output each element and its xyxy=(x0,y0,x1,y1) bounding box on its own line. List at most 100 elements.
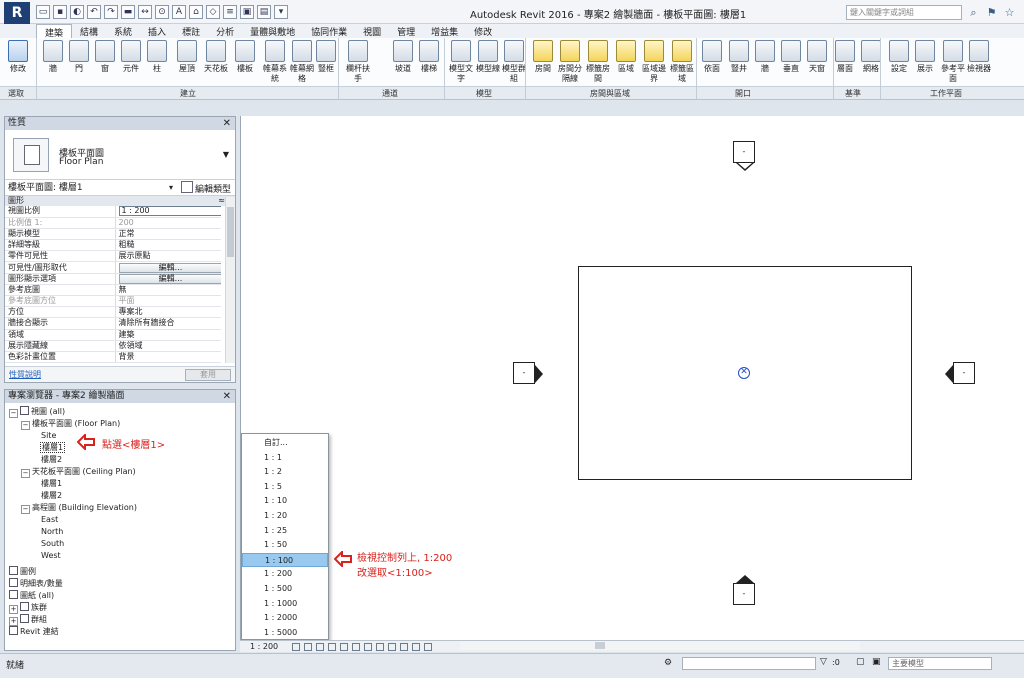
property-row[interactable]: 可見性/圖形取代 編輯... xyxy=(5,261,221,274)
crop-view-icon[interactable] xyxy=(352,643,360,651)
thin-lines-icon[interactable]: ≡ xyxy=(223,5,237,19)
detail-level-icon[interactable] xyxy=(292,643,300,651)
open-icon[interactable]: ▭ xyxy=(36,5,50,19)
expand-icon[interactable]: + xyxy=(9,605,18,614)
property-value[interactable]: 建築 xyxy=(115,329,221,341)
ribbon-button-26[interactable]: 牆 xyxy=(752,40,778,74)
binoculars-icon[interactable]: ⌕ xyxy=(966,5,981,20)
property-value[interactable]: 依領域 xyxy=(115,340,221,352)
ribbon-button-18[interactable]: 房間 xyxy=(530,40,556,74)
properties-scrollbar[interactable] xyxy=(225,197,235,363)
edit-type-button[interactable]: 編輯類型 xyxy=(181,181,231,197)
search-input[interactable]: 鍵入關鍵字或詞組 xyxy=(846,5,962,20)
scale-option[interactable]: 1 : 1 xyxy=(242,451,328,465)
ribbon-button-3[interactable]: 窗 xyxy=(92,40,118,74)
sync-icon[interactable]: ◐ xyxy=(70,5,84,19)
tab-4[interactable]: 標註 xyxy=(174,24,208,38)
ribbon-button-32[interactable]: 展示 xyxy=(912,40,938,74)
browser-node[interactable]: South xyxy=(41,538,64,550)
property-row[interactable]: 詳細等級 粗糙 xyxy=(5,239,221,252)
subscription-icon[interactable]: ⚑ xyxy=(984,5,999,20)
scale-option[interactable]: 1 : 200 xyxy=(242,567,328,581)
property-row[interactable]: 色彩計畫位置 背景 xyxy=(5,351,221,364)
property-row[interactable]: 領域 建築 xyxy=(5,329,221,341)
ribbon-group-label[interactable]: 選取 xyxy=(8,88,24,99)
browser-node[interactable]: 樓層2 xyxy=(41,490,62,502)
project-base-point-icon[interactable]: ✕ xyxy=(738,367,750,379)
tab-1[interactable]: 結構 xyxy=(72,24,106,38)
properties-help-link[interactable]: 性質說明 xyxy=(9,369,41,380)
worksets-icon[interactable]: ⚙ xyxy=(664,658,672,668)
property-value[interactable]: 編輯... xyxy=(115,261,221,274)
ribbon-button-22[interactable]: 區域邊界 xyxy=(641,40,667,84)
design-option-combo[interactable]: 主要模型 xyxy=(888,657,992,670)
editable-only-icon[interactable]: ▣ xyxy=(872,657,881,667)
browser-node[interactable]: North xyxy=(41,526,63,538)
redo-icon[interactable]: ↷ xyxy=(104,5,118,19)
render-icon[interactable] xyxy=(340,643,348,651)
crop-region-icon[interactable] xyxy=(364,643,372,651)
ribbon-button-16[interactable]: 模型線 xyxy=(475,40,501,74)
ribbon-button-9[interactable]: 帷幕系統 xyxy=(262,40,288,84)
tab-3[interactable]: 插入 xyxy=(140,24,174,38)
collapse-icon[interactable]: − xyxy=(21,505,30,514)
property-value[interactable]: 專案北 xyxy=(115,306,221,319)
collapse-icon[interactable]: ≈ xyxy=(218,196,225,206)
property-row[interactable]: 圖形顯示選項 編輯... xyxy=(5,273,221,285)
ribbon-button-25[interactable]: 豎井 xyxy=(726,40,752,74)
property-row[interactable]: 零件可見性 展示原點 xyxy=(5,250,221,263)
undo-icon[interactable]: ↶ xyxy=(87,5,101,19)
save-icon[interactable]: ▪ xyxy=(53,5,67,19)
scale-option[interactable]: 1 : 25 xyxy=(242,524,328,538)
ribbon-button-7[interactable]: 天花板 xyxy=(203,40,229,74)
property-row[interactable]: 顯示模型 正常 xyxy=(5,228,221,241)
browser-node[interactable]: − 天花板平面圖 (Ceiling Plan) xyxy=(21,466,136,478)
visual-style-icon[interactable] xyxy=(304,643,312,651)
ribbon-button-1[interactable]: 牆 xyxy=(40,40,66,74)
collapse-icon[interactable]: − xyxy=(21,421,30,430)
browser-node[interactable]: 圖例 xyxy=(9,566,36,578)
canvas-horizontal-scrollbar[interactable] xyxy=(460,641,860,650)
tab-5[interactable]: 分析 xyxy=(208,24,242,38)
tab-0[interactable]: 建築 xyxy=(36,24,73,39)
property-value[interactable]: 清除所有牆接合 xyxy=(115,317,221,330)
property-value[interactable]: 無 xyxy=(115,284,221,297)
ribbon-button-27[interactable]: 垂直 xyxy=(778,40,804,74)
browser-node[interactable]: − 樓板平面圖 (Floor Plan) xyxy=(21,418,120,430)
ribbon-button-17[interactable]: 模型群組 xyxy=(501,40,527,84)
shadows-icon[interactable] xyxy=(328,643,336,651)
tab-6[interactable]: 量體與敷地 xyxy=(242,24,303,38)
scale-option[interactable]: 1 : 100 xyxy=(242,552,328,567)
design-options-icon[interactable]: ▢ xyxy=(856,657,865,667)
edit-button[interactable]: 編輯... xyxy=(118,273,221,284)
property-row[interactable]: 參考底圖方位 平面 xyxy=(5,295,221,308)
property-value[interactable]: 展示原點 xyxy=(115,250,221,263)
ribbon-button-34[interactable]: 檢視器 xyxy=(966,40,992,74)
scale-option[interactable]: 1 : 5000 xyxy=(242,626,328,640)
property-row[interactable]: 展示隱藏線 依領域 xyxy=(5,340,221,352)
tab-9[interactable]: 管理 xyxy=(389,24,423,38)
property-value[interactable]: 平面 xyxy=(115,295,221,308)
close-icon[interactable]: ✕ xyxy=(223,390,231,403)
close-hidden-icon[interactable]: ▣ xyxy=(240,5,254,19)
ribbon-button-28[interactable]: 天窗 xyxy=(804,40,830,74)
scale-option[interactable]: 1 : 500 xyxy=(242,582,328,596)
ribbon-button-6[interactable]: 屋頂 xyxy=(174,40,200,74)
property-value[interactable]: 200 xyxy=(115,217,221,229)
property-row[interactable]: 參考底圖無 xyxy=(5,284,221,297)
property-value[interactable]: 背景 xyxy=(115,351,221,364)
ribbon-button-31[interactable]: 設定 xyxy=(886,40,912,74)
star-icon[interactable]: ☆ xyxy=(1002,5,1017,20)
customize-dropdown-icon[interactable]: ▾ xyxy=(274,5,288,19)
type-selector[interactable]: 樓板平面圖 Floor Plan ▼ xyxy=(5,130,235,180)
tab-8[interactable]: 視圖 xyxy=(355,24,389,38)
close-icon[interactable]: ✕ xyxy=(223,117,231,130)
scale-option[interactable]: 1 : 10 xyxy=(242,494,328,508)
browser-node[interactable]: 樓層1 xyxy=(39,442,66,454)
workset-combo[interactable] xyxy=(682,657,816,670)
browser-node[interactable]: − 高程圖 (Building Elevation) xyxy=(21,502,137,514)
scale-option[interactable]: 1 : 2000 xyxy=(242,611,328,625)
ribbon-button-8[interactable]: 樓板 xyxy=(232,40,258,74)
property-row[interactable]: 方位 專案北 xyxy=(5,306,221,319)
elevation-marker-east[interactable]: - xyxy=(945,362,975,384)
